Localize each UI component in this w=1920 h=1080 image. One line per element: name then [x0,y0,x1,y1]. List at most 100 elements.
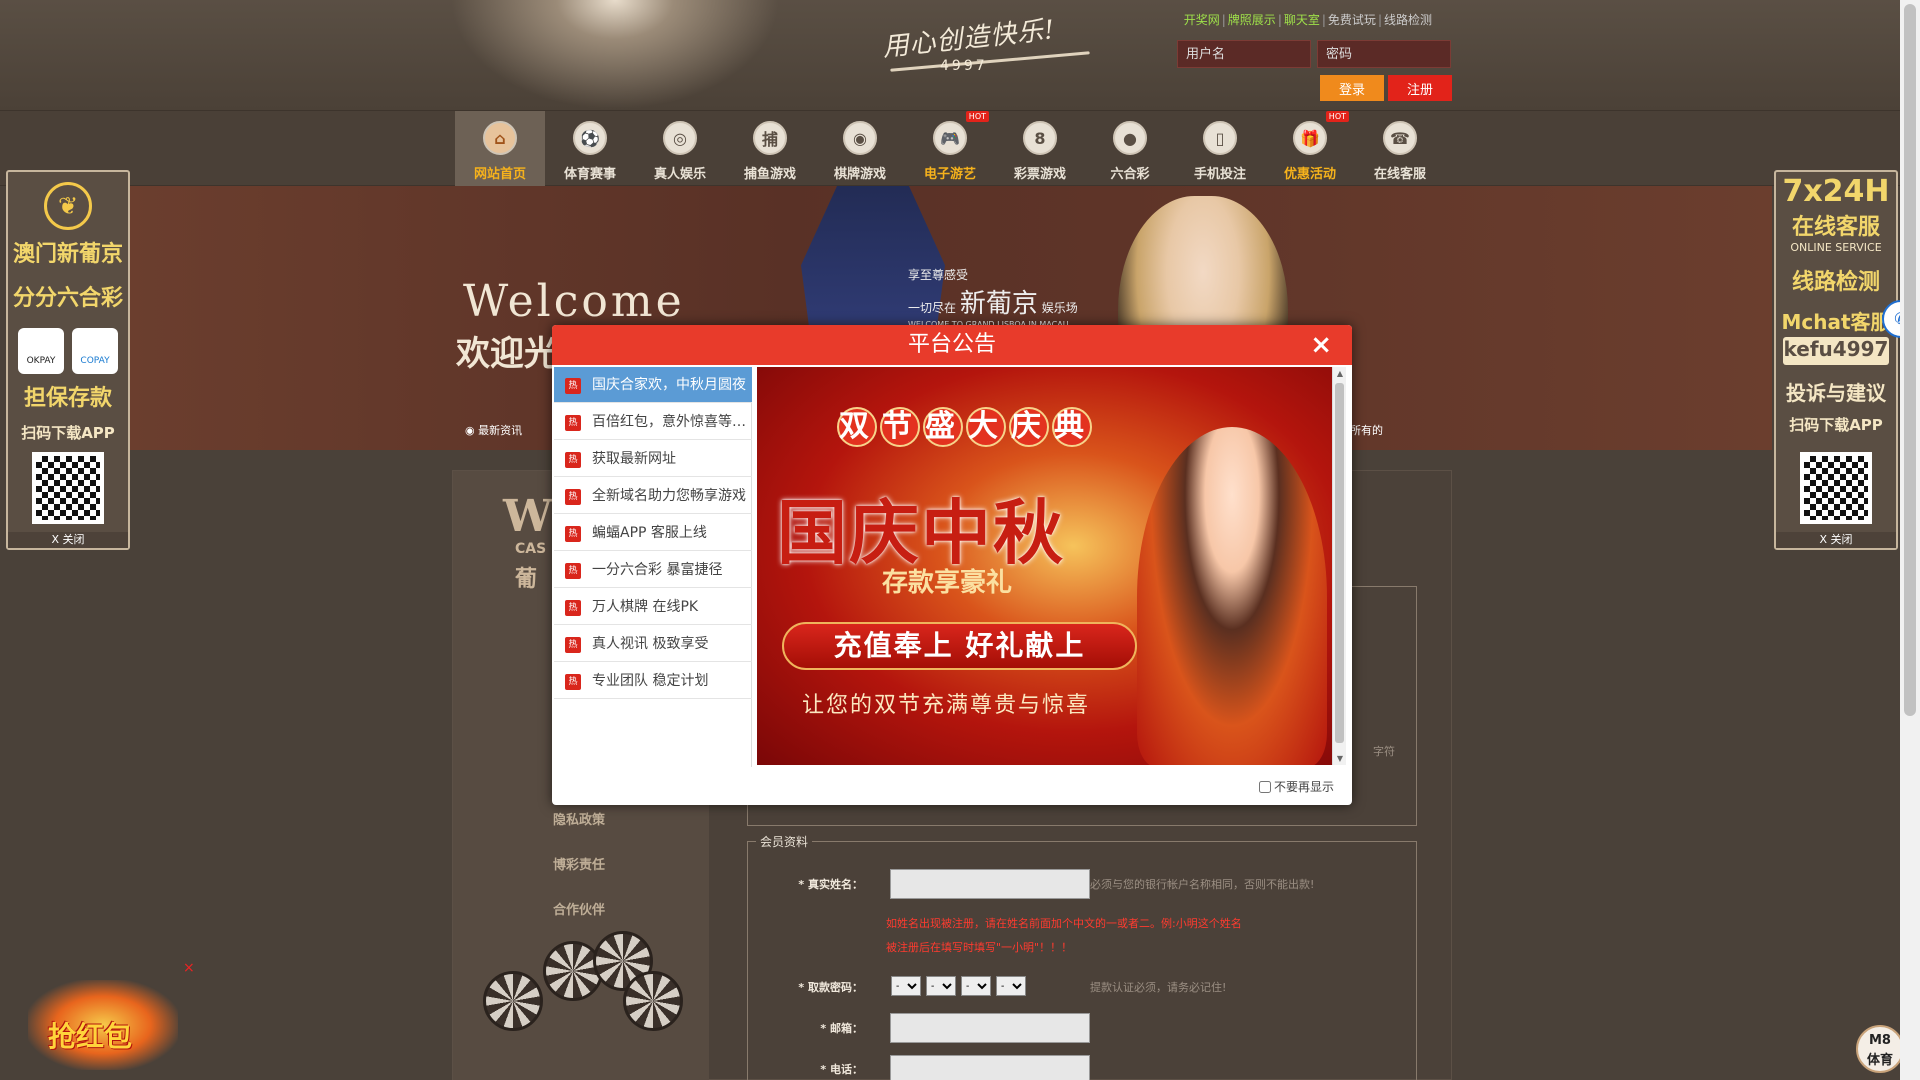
top-link-free-trial[interactable]: 免费试玩 [1328,13,1376,27]
home-icon: ⌂ [483,121,517,155]
dont-show-checkbox[interactable] [1258,780,1271,793]
page-scroll-thumb[interactable] [1904,4,1916,716]
scroll-up-icon[interactable]: ▲ [1333,369,1347,378]
pin-digit-3[interactable]: - [961,976,991,996]
nav-item-sports[interactable]: ⚽ 体育赛事 [545,111,635,187]
soccer-ball-icon: ⚽ [573,121,607,155]
scroll-down-icon[interactable]: ▼ [1333,754,1347,763]
dont-show-label: 不要再显示 [1273,780,1334,794]
nav-item-home[interactable]: ⌂ 网站首页 [455,111,545,187]
nav-item-live-casino[interactable]: ◎ 真人娱乐 [635,111,725,187]
m8-sports-badge[interactable]: M8 体育 [1856,1025,1904,1073]
left-panel-title2: 分分六合彩 [12,286,123,311]
red-packet-label: 抢红包 [48,1020,133,1053]
scroll-thumb[interactable] [1335,383,1344,743]
user-icon: ● [1113,121,1147,155]
main-nav: ⌂ 网站首页 ⚽ 体育赛事 ◎ 真人娱乐 捕 捕鱼游戏 ◉ 棋牌游戏 HOT 🎮… [0,110,1900,187]
news-label: 最新资讯 [478,424,523,437]
hot-icon: 热 [565,563,581,579]
pin-digit-4[interactable]: - [996,976,1026,996]
nav-label: 手机投注 [1193,167,1246,182]
pin-digit-1[interactable]: - [891,976,921,996]
hot-badge: HOT [965,111,989,122]
announcement-item[interactable]: 热蝙蝠APP 客服上线 [554,515,752,551]
nav-item-support[interactable]: ☎ 在线客服 [1355,111,1445,187]
red-packet-close-icon[interactable]: × [183,960,195,976]
email-input[interactable] [890,1013,1090,1043]
partners-link[interactable]: 合作伙伴 [553,899,605,918]
announcement-item[interactable]: 热获取最新网址 [554,441,752,477]
tagline-brand: 新葡京 [959,289,1038,319]
username-input[interactable] [1177,40,1311,68]
poster-scrollbar[interactable]: ▲ ▼ [1332,367,1346,765]
top-link-chatroom[interactable]: 聊天室 [1284,13,1320,27]
speaker-icon: ◉ [465,424,475,437]
name-warning-2: 被注册后在填写时填写"一小明"！！！ [886,941,1073,954]
close-icon[interactable]: × [1310,331,1332,359]
left-panel-close-button[interactable]: X 关闭 [8,532,128,548]
phone-input[interactable] [890,1055,1090,1080]
left-panel-title1: 澳门新葡京 [12,242,123,267]
site-header: 用心创造快乐! 4997 开奖网|牌照展示|聊天室|免费试玩|线路检测 登录 注… [0,0,1900,110]
privacy-policy-link[interactable]: 隐私政策 [553,809,605,828]
right-download-label: 扫码下载APP [1789,416,1883,434]
line-check-link[interactable]: 线路检测 [1776,264,1896,296]
modal-title: 平台公告 [907,332,996,357]
nav-item-mark-six[interactable]: ● 六合彩 [1085,111,1175,187]
password-input[interactable] [1317,40,1451,68]
fishing-icon: 捕 [753,121,787,155]
nav-item-lottery[interactable]: 8 彩票游戏 [995,111,1085,187]
announcement-item[interactable]: 热全新域名助力您畅享游戏 [554,478,752,514]
page-scrollbar[interactable] [1900,0,1920,1080]
phone-label: * 电话： [820,1063,863,1076]
nav-label: 体育赛事 [563,167,616,182]
nav-item-fishing[interactable]: 捕 捕鱼游戏 [725,111,815,187]
top-link-lottery-site[interactable]: 开奖网 [1184,13,1220,27]
poster-footer-text: 让您的双节充满尊贵与惊喜 [802,693,1091,718]
online-service-label[interactable]: 在线客服 [1776,209,1896,241]
announcement-item[interactable]: 热专业团队 稳定计划 [554,663,752,699]
nav-label: 电子游艺 [923,167,976,182]
email-label: * 邮箱： [820,1022,863,1035]
feedback-link[interactable]: 投诉与建议 [1776,377,1896,406]
real-name-label: * 真实姓名： [798,878,863,891]
dont-show-again[interactable]: 不要再显示 [1258,778,1334,795]
side-logo-casino: CAS [515,541,547,557]
withdraw-pin-label: * 取款密码： [798,981,863,994]
account-hint: 字符 [1373,745,1395,758]
top-link-line-check[interactable]: 线路检测 [1384,13,1432,27]
site-logo[interactable]: 用心创造快乐! 4997 [870,10,1110,80]
pin-digit-2[interactable]: - [926,976,956,996]
okpay-logo[interactable]: OKPAY [18,328,64,374]
left-download-label: 扫码下载APP [21,424,115,442]
hot-icon: 热 [565,600,581,616]
nav-item-mobile[interactable]: ▯ 手机投注 [1175,111,1265,187]
real-name-input[interactable] [890,869,1090,899]
hot-badge: HOT [1325,111,1349,122]
top-link-license[interactable]: 牌照展示 [1228,13,1276,27]
responsible-gaming-link[interactable]: 博彩责任 [553,854,605,873]
hot-icon: 热 [565,526,581,542]
announcement-item[interactable]: 热真人视讯 极致享受 [554,626,752,662]
cards-chip-icon: ◉ [843,121,877,155]
announcement-item[interactable]: 热百倍红包，意外惊喜等你拿 [554,404,752,440]
hot-icon: 热 [565,637,581,653]
mchat-id-badge[interactable]: kefu4997 [1783,337,1889,365]
mobile-icon: ▯ [1203,121,1237,155]
register-button[interactable]: 注册 [1388,75,1452,101]
copay-logo[interactable]: COPAY [72,328,118,374]
announcement-item[interactable]: 热一分六合彩 暴富捷径 [554,552,752,588]
nav-item-card-games[interactable]: ◉ 棋牌游戏 [815,111,905,187]
nav-item-slots[interactable]: HOT 🎮 电子游艺 [905,111,995,187]
red-packet-widget[interactable]: 抢红包 × [18,960,195,1075]
casino-chips-image [473,931,693,1051]
announcement-item[interactable]: 热国庆合家欢，中秋月圆夜 [554,367,752,403]
right-panel-close-button[interactable]: X 关闭 [1776,532,1896,548]
hot-icon: 热 [565,489,581,505]
name-warning-1: 如姓名出现被注册，请在姓名前面加个中文的一或者二。例:小明这个姓名 [886,917,1242,930]
login-button[interactable]: 登录 [1320,75,1384,101]
announcement-item[interactable]: 热万人棋牌 在线PK [554,589,752,625]
side-logo-cn: 葡 [515,567,538,592]
tagline-suffix: 娱乐场 [1041,301,1078,315]
nav-item-promotions[interactable]: HOT 🎁 优惠活动 [1265,111,1355,187]
